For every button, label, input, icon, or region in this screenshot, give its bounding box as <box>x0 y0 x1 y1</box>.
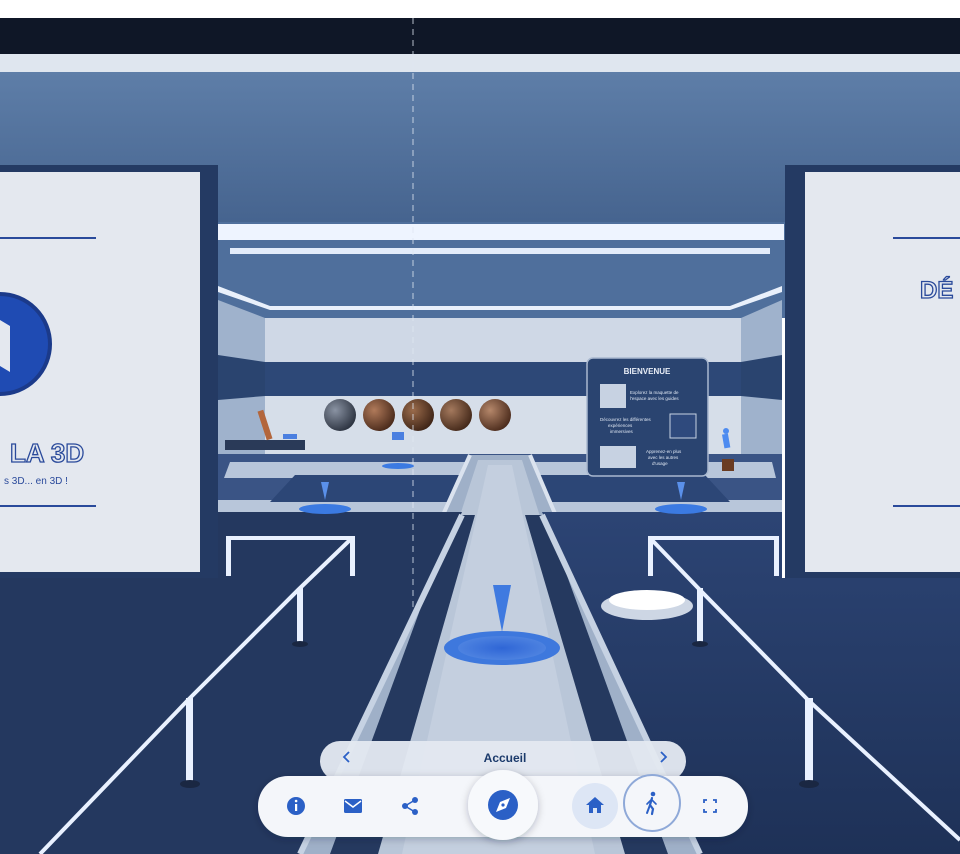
welcome-board-title: BIENVENUE <box>624 367 671 376</box>
3d-viewport[interactable]: LA 3D s 3D... en 3D ! DÉ BIENVENUE Explo… <box>0 0 960 854</box>
material-sphere-1[interactable] <box>324 399 356 431</box>
navigation-toolbar: Accueil <box>258 741 748 840</box>
welcome-item-2-line-3: immersives <box>610 429 634 434</box>
virtual-showroom-scene[interactable]: LA 3D s 3D... en 3D ! DÉ BIENVENUE Explo… <box>0 0 960 854</box>
ceiling-light-strip <box>0 54 960 72</box>
welcome-thumb-2 <box>669 413 697 439</box>
left-panel-subtitle: s 3D... en 3D ! <box>4 476 68 487</box>
next-location-button[interactable] <box>648 746 674 770</box>
back-wall-upper <box>265 318 741 362</box>
ceiling-light-1 <box>218 224 784 240</box>
welcome-item-3-line-3: d'usage <box>652 461 668 466</box>
previous-location-button[interactable] <box>334 746 360 770</box>
mail-icon <box>344 799 362 813</box>
material-sphere-3[interactable] <box>402 399 434 431</box>
location-label: Accueil <box>484 751 527 765</box>
info-icon <box>287 797 305 815</box>
welcome-board[interactable]: BIENVENUE Explorez la maquette de l'espa… <box>586 357 709 477</box>
welcome-item-2-line-1: Découvrez les différentes <box>600 417 651 422</box>
compass-icon <box>488 790 518 820</box>
welcome-item-3-line-2: avec les autres <box>648 455 679 460</box>
right-panel-title: DÉ <box>920 276 953 304</box>
welcome-item-3-line-1: Apprenez-en plus <box>646 449 682 454</box>
walk-mode-button[interactable] <box>623 774 681 832</box>
right-info-panel[interactable] <box>805 172 960 572</box>
teleport-marker-center-far[interactable] <box>382 463 414 469</box>
window-top-margin <box>0 0 960 18</box>
info-button[interactable] <box>278 788 314 824</box>
material-sphere-4[interactable] <box>440 399 472 431</box>
left-panel-title: LA 3D <box>10 438 84 468</box>
ceiling-dark-band <box>0 18 960 54</box>
share-button[interactable] <box>392 788 428 824</box>
fullscreen-button[interactable] <box>692 788 728 824</box>
contact-mail-button[interactable] <box>335 788 371 824</box>
welcome-thumb-3 <box>600 446 636 468</box>
ceiling-light-2 <box>230 248 770 254</box>
material-sphere-2[interactable] <box>363 399 395 431</box>
welcome-item-1-line-1: Explorez la maquette de <box>630 390 679 395</box>
welcome-item-2-line-2: expériences <box>608 423 633 428</box>
welcome-item-1-line-2: l'espace avec les guides <box>630 396 679 401</box>
home-button[interactable] <box>572 783 618 829</box>
welcome-thumb-1 <box>600 384 626 408</box>
material-sphere-5[interactable] <box>479 399 511 431</box>
display-table <box>225 440 305 450</box>
compass-button[interactable] <box>468 770 538 840</box>
